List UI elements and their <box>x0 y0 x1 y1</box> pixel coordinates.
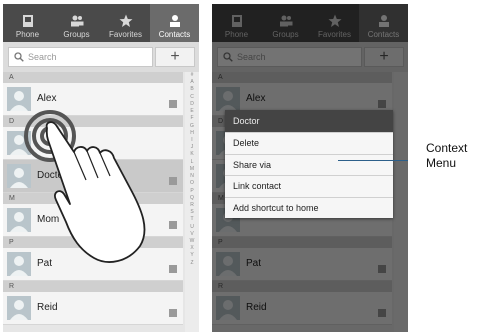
contact-name: Pat <box>37 258 53 269</box>
contact-badge-icon <box>169 177 177 185</box>
tab-phone[interactable]: Phone <box>3 4 52 42</box>
context-menu: Doctor Delete Share via Link contact Add… <box>225 110 393 218</box>
contact-badge-icon <box>169 100 177 108</box>
index-letter[interactable]: D <box>185 101 199 108</box>
groups-icon <box>70 14 84 28</box>
index-letter[interactable]: V <box>185 231 199 238</box>
contact-icon <box>168 14 182 28</box>
menu-item-add-shortcut[interactable]: Add shortcut to home <box>225 196 393 219</box>
contact-row-reid[interactable]: Reid <box>3 292 183 325</box>
tab-contacts[interactable]: Contacts <box>150 4 199 42</box>
section-header: D <box>3 116 183 127</box>
index-letter[interactable]: W <box>185 238 199 245</box>
menu-item-share-via[interactable]: Share via <box>225 153 393 176</box>
contact-name: Reid <box>37 302 58 313</box>
contact-name: Mom <box>37 214 60 225</box>
contact-row-alex[interactable]: Alex <box>3 83 183 116</box>
index-letter[interactable]: P <box>185 188 199 195</box>
callout-line <box>338 160 408 161</box>
avatar <box>7 131 31 155</box>
index-letter[interactable]: # <box>185 72 199 79</box>
contact-name: Alex <box>37 93 57 104</box>
contact-list: A Alex D Doctor M Mom P Pat R Reid <box>3 72 183 332</box>
index-letter[interactable]: M <box>185 166 199 173</box>
contact-name: Doctor <box>37 170 67 181</box>
avatar <box>7 208 31 232</box>
index-letter[interactable]: S <box>185 209 199 216</box>
contact-badge-icon <box>169 221 177 229</box>
tab-bar: Phone Groups Favorites Contacts <box>3 4 199 42</box>
avatar <box>7 164 31 188</box>
contact-row-doctor[interactable]: Doctor <box>3 160 183 193</box>
index-letter[interactable]: T <box>185 216 199 223</box>
search-row: Search + <box>3 42 199 72</box>
callout-line-2: Menu <box>426 156 457 170</box>
callout-label: Context Menu <box>426 141 467 171</box>
phone-icon <box>21 14 35 28</box>
index-letter[interactable]: H <box>185 130 199 137</box>
index-letter[interactable]: C <box>185 94 199 101</box>
star-icon <box>119 14 133 28</box>
index-letter[interactable]: O <box>185 180 199 187</box>
index-letter[interactable]: K <box>185 151 199 158</box>
index-letter[interactable]: G <box>185 123 199 130</box>
index-letter[interactable]: E <box>185 108 199 115</box>
index-letter[interactable]: Y <box>185 252 199 259</box>
search-placeholder: Search <box>28 52 57 62</box>
index-letter[interactable]: A <box>185 79 199 86</box>
callout-line-1: Context <box>426 141 468 155</box>
add-contact-button[interactable]: + <box>155 47 195 67</box>
index-letter[interactable]: F <box>185 115 199 122</box>
context-menu-title: Doctor <box>225 110 393 132</box>
contact-badge-icon <box>169 265 177 273</box>
alphabet-index-scroller[interactable]: # A B C D E F G H I J K L M N O P Q R S … <box>185 72 199 332</box>
index-letter[interactable]: L <box>185 159 199 166</box>
section-header: P <box>3 237 183 248</box>
index-letter[interactable]: Q <box>185 195 199 202</box>
contact-row-mom[interactable]: Mom <box>3 204 183 237</box>
tab-label: Phone <box>15 30 40 39</box>
index-letter[interactable]: N <box>185 173 199 180</box>
contact-row-pat[interactable]: Pat <box>3 248 183 281</box>
avatar <box>7 296 31 320</box>
tab-label: Favorites <box>109 30 142 39</box>
index-letter[interactable]: X <box>185 245 199 252</box>
section-header: A <box>3 72 183 83</box>
index-letter[interactable]: U <box>185 224 199 231</box>
search-input[interactable]: Search <box>8 47 153 67</box>
section-header: M <box>3 193 183 204</box>
tab-favorites[interactable]: Favorites <box>101 4 150 42</box>
contacts-screen-right: Phone Groups Favorites Contacts Search +… <box>212 4 408 332</box>
index-letter[interactable]: J <box>185 144 199 151</box>
tab-label: Contacts <box>158 30 191 39</box>
tab-groups[interactable]: Groups <box>52 4 101 42</box>
section-header: R <box>3 281 183 292</box>
contact-badge-icon <box>169 309 177 317</box>
tab-label: Groups <box>63 30 90 39</box>
index-letter[interactable]: Z <box>185 260 199 267</box>
menu-item-delete[interactable]: Delete <box>225 132 393 154</box>
contact-row-hidden[interactable] <box>3 127 183 160</box>
index-letter[interactable]: R <box>185 202 199 209</box>
search-icon <box>14 52 24 62</box>
index-letter[interactable]: I <box>185 137 199 144</box>
menu-item-link-contact[interactable]: Link contact <box>225 175 393 197</box>
avatar <box>7 87 31 111</box>
contacts-screen-left: Phone Groups Favorites Contacts Search +… <box>3 4 199 332</box>
avatar <box>7 252 31 276</box>
index-letter[interactable]: B <box>185 86 199 93</box>
